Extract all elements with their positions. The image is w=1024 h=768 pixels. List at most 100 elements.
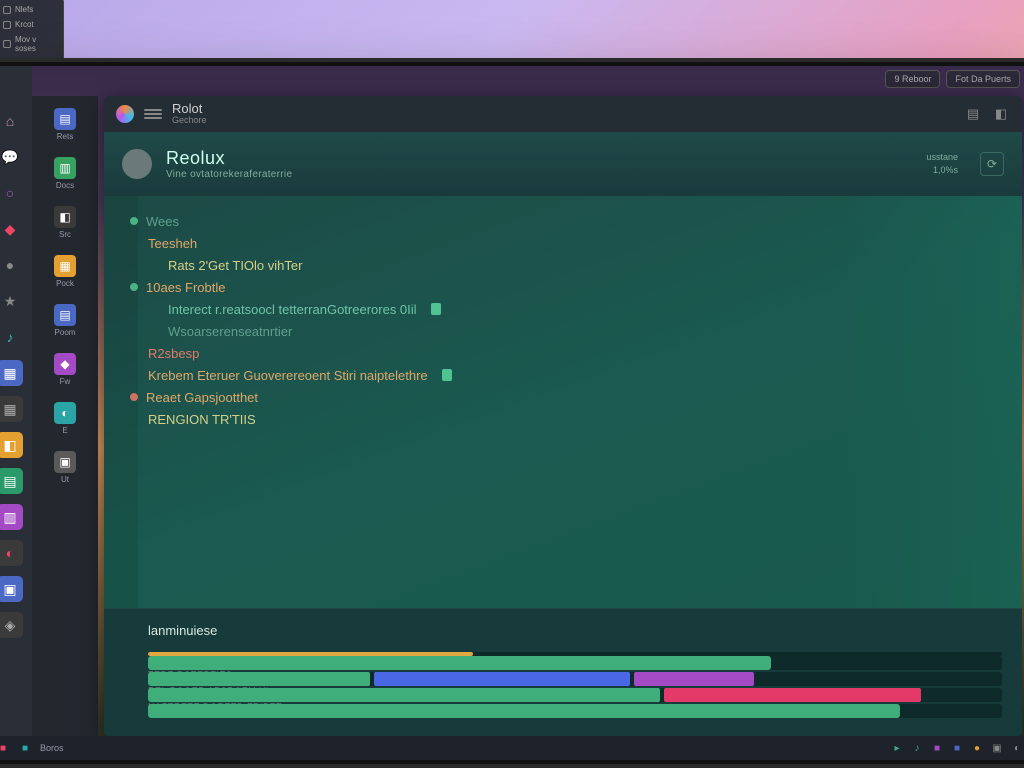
star-icon[interactable]: ★ xyxy=(0,288,23,314)
float-item: Krcot xyxy=(15,20,34,29)
tb-text[interactable]: Boros xyxy=(40,741,64,755)
code-line[interactable]: RENGION TR'TIIS xyxy=(148,408,1002,430)
screen: 9 Reboor Fot Da Puerts ⌂ 💬 ○ ◆ ● ★ ♪ ▦ ▦ ◧ ▤ ▥ ◐ ▣ ◈ ▤… xyxy=(0,66,1024,760)
float-item: Nlefs xyxy=(15,5,33,14)
split-icon[interactable]: ◧ xyxy=(992,105,1010,123)
system-tray-top: 9 Reboor Fot Da Puerts xyxy=(885,70,1020,88)
file-icon: ▤ xyxy=(54,304,76,326)
app1-icon[interactable]: ▦ xyxy=(0,360,23,386)
file-blue[interactable]: ▤Rets xyxy=(36,104,94,145)
circle-icon[interactable]: ○ xyxy=(0,180,23,206)
tb-6[interactable]: ▣ xyxy=(990,741,1004,755)
code-text: Reaet Gapsjootthet xyxy=(146,390,258,405)
code-text: Krebem Eteruer Guoverereoent Stiri naipt… xyxy=(148,368,428,383)
file-label: Docs xyxy=(56,181,74,190)
app2-icon[interactable]: ▦ xyxy=(0,396,23,422)
app8-icon[interactable]: ◈ xyxy=(0,612,23,638)
header-stat: usstane xyxy=(926,151,958,164)
taskbar: ■ ■ Boros ▸ ♪ ■ ■ ● ▣ ◐ xyxy=(0,736,1024,760)
music-icon[interactable]: ♪ xyxy=(0,324,23,350)
file-icon: ◐ xyxy=(54,402,76,424)
desktop-wallpaper: Nlefs Krcot Mov v soses 9 Reboor Fot Da … xyxy=(0,0,1024,768)
code-line[interactable]: Teesheh xyxy=(148,232,1002,254)
code-line[interactable]: Rats 2'Get TIOlo vihTer xyxy=(148,254,1002,276)
progress-segment xyxy=(148,688,660,702)
avatar-icon[interactable] xyxy=(122,149,152,179)
main-window: Rolot Gechore ▤ ◧ Reolux Vine ovtatoreke… xyxy=(104,96,1022,736)
code-text: Wsoarserenseatnrtier xyxy=(168,324,292,339)
file-label: Fw xyxy=(60,377,71,386)
panel-title: Reolux xyxy=(166,148,292,169)
titlebar: Rolot Gechore ▤ ◧ xyxy=(104,96,1022,132)
file-icon: ▥ xyxy=(54,157,76,179)
app7-icon[interactable]: ▣ xyxy=(0,576,23,602)
window-title: Rolot xyxy=(172,102,207,116)
code-line[interactable]: Reaet Gapsjootthet xyxy=(148,386,1002,408)
code-text: RENGION TR'TIIS xyxy=(148,412,256,427)
explorer-panel: ▤Rets ▥ Docs ◧ Src ▦Pock ▤ Poom ◆ Fw ◐E ▣ Ut xyxy=(32,96,98,736)
tb-1[interactable]: ▸ xyxy=(890,741,904,755)
bell-icon[interactable]: ● xyxy=(0,252,23,278)
home-icon[interactable]: ⌂ xyxy=(0,108,23,134)
code-text: Wees xyxy=(146,214,179,229)
code-editor[interactable]: Wees Teesheh Rats 2'Get TIOlo vihTer 10aes … xyxy=(104,196,1022,608)
tb-teal[interactable]: ■ xyxy=(18,741,32,755)
panel-header: Reolux Vine ovtatorekeraferaterrie ussta… xyxy=(104,132,1022,196)
tb-4[interactable]: ■ xyxy=(950,741,964,755)
file-dark[interactable]: ◧ Src xyxy=(36,202,94,243)
badge-icon[interactable]: ◆ xyxy=(0,216,23,242)
progress-segment xyxy=(634,672,754,686)
file-label: Ut xyxy=(61,475,69,484)
app5-icon[interactable]: ▥ xyxy=(0,504,23,530)
file-icon: ▣ xyxy=(54,451,76,473)
file-icon: ◆ xyxy=(54,353,76,375)
metrics-panel: lanminuiese TERE RSEERTIESREL ROGER APSR… xyxy=(104,608,1022,736)
code-line[interactable]: Wees xyxy=(148,210,1002,232)
file-orange[interactable]: ▦Pock xyxy=(36,251,94,292)
refresh-icon[interactable]: ⟳ xyxy=(980,152,1004,176)
file-label: Rets xyxy=(57,132,73,141)
progress-segment xyxy=(148,672,370,686)
tb-7[interactable]: ◐ xyxy=(1010,741,1024,755)
status-chip[interactable]: 9 Reboor xyxy=(885,70,940,88)
code-line[interactable]: 10aes Frobtle xyxy=(148,276,1002,298)
file-purple[interactable]: ◆ Fw xyxy=(36,349,94,390)
tb-red[interactable]: ■ xyxy=(0,741,10,755)
window-subtitle: Gechore xyxy=(172,116,207,126)
file-label: Poom xyxy=(55,328,76,337)
activity-bar: ⌂ 💬 ○ ◆ ● ★ ♪ ▦ ▦ ◧ ▤ ▥ ◐ ▣ ◈ xyxy=(0,66,32,736)
progress-segment xyxy=(374,672,630,686)
progress-fill xyxy=(148,704,900,718)
file-teal[interactable]: ◐E xyxy=(36,398,94,439)
code-line[interactable]: Interect r.reatsoocl tetterranGotreerore… xyxy=(148,298,1002,320)
code-text: Rats 2'Get TIOlo vihTer xyxy=(168,258,302,273)
code-text: Teesheh xyxy=(148,236,197,251)
float-item: Mov v soses xyxy=(15,35,59,53)
app6-icon[interactable]: ◐ xyxy=(0,540,23,566)
app-logo-icon xyxy=(116,105,134,123)
status-chip[interactable]: Fot Da Puerts xyxy=(946,70,1020,88)
code-line[interactable]: R2sbesp xyxy=(148,342,1002,364)
code-line[interactable]: Wsoarserenseatnrtier xyxy=(148,320,1002,342)
tb-5[interactable]: ● xyxy=(970,741,984,755)
tb-3[interactable]: ■ xyxy=(930,741,944,755)
app3-icon[interactable]: ◧ xyxy=(0,432,23,458)
file-green[interactable]: ▥ Docs xyxy=(36,153,94,194)
code-line[interactable]: Krebem Eteruer Guoverereoent Stiri naipt… xyxy=(148,364,1002,386)
file-blue2[interactable]: ▤ Poom xyxy=(36,300,94,341)
file-label: Src xyxy=(59,230,71,239)
tb-2[interactable]: ♪ xyxy=(910,741,924,755)
line-gutter xyxy=(104,196,138,608)
metrics-title: lanminuiese xyxy=(148,623,1002,638)
file-gray[interactable]: ▣ Ut xyxy=(36,447,94,488)
app4-icon[interactable]: ▤ xyxy=(0,468,23,494)
chat-icon[interactable]: 💬 xyxy=(0,144,23,170)
progress-track xyxy=(148,656,1002,670)
panel-subtitle: Vine ovtatorekeraferaterrie xyxy=(166,169,292,180)
layout-icon[interactable]: ▤ xyxy=(964,105,982,123)
menu-icon[interactable] xyxy=(144,109,162,119)
progress-track xyxy=(148,672,1002,686)
file-icon: ◧ xyxy=(54,206,76,228)
file-icon: ▦ xyxy=(54,255,76,277)
code-text: R2sbesp xyxy=(148,346,199,361)
